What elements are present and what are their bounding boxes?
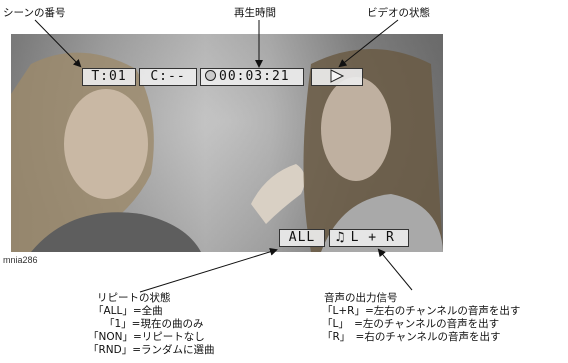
arrow-scene-number xyxy=(34,19,82,68)
arrow-repeat xyxy=(139,247,278,293)
leader-lines xyxy=(34,19,413,293)
arrow-video-status xyxy=(338,19,399,68)
arrow-audio xyxy=(377,248,413,291)
